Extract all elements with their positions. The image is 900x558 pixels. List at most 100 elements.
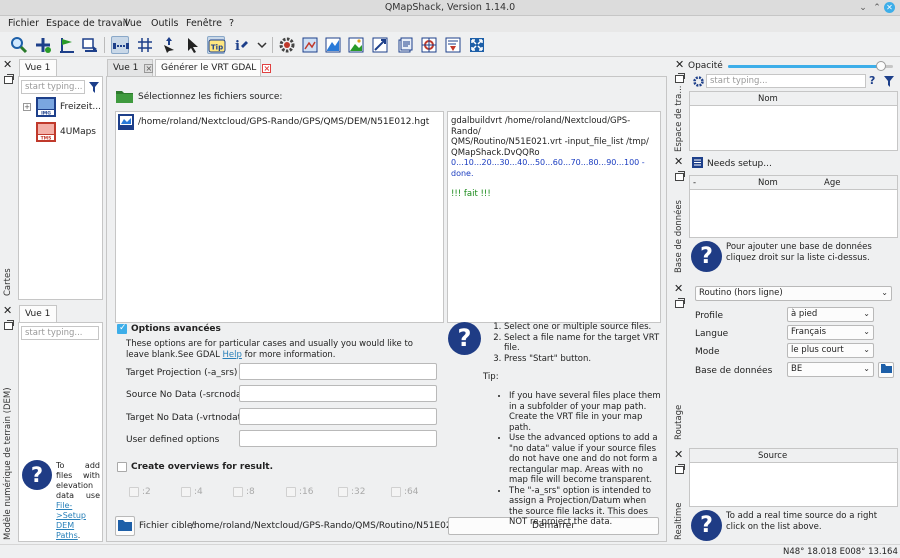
maximize-button[interactable]: ⌃ [872,3,882,13]
column-source[interactable]: Source [758,451,787,461]
tip-icon[interactable]: Tip [207,36,226,54]
mode-select[interactable]: le plus court ⌄ [787,343,874,358]
routing-database-folder-button[interactable] [878,362,894,378]
source-file-list[interactable]: /home/roland/Nextcloud/GPS-Rando/GPS/QMS… [115,111,444,323]
route-icon[interactable] [58,36,76,54]
tab-maps-view[interactable]: Vue 1 [19,59,57,76]
column-nom[interactable]: Nom [758,94,778,104]
open-folder-icon[interactable] [116,89,133,103]
chevron-down-icon[interactable] [253,36,267,54]
move-icon[interactable] [160,36,178,54]
chevron-down-icon: ⌄ [863,327,870,336]
close-tab-icon[interactable]: × [144,64,154,73]
minimize-button[interactable]: ⌄ [858,3,868,13]
overview-8-checkbox[interactable] [233,487,243,497]
language-select[interactable]: Français ⌄ [787,325,874,340]
help-icon[interactable]: ? [869,74,875,87]
workspace-column-header: Nom [690,92,897,106]
tab-dem-view[interactable]: Vue 1 [19,305,57,322]
advanced-options-checkbox[interactable] [117,323,127,334]
close-icon[interactable]: ✕ [675,59,684,70]
column-nom[interactable]: Nom [758,178,778,188]
menu-fenetre[interactable]: Fenêtre [186,18,222,29]
ruler-icon[interactable] [111,36,129,54]
map-item-freizeit[interactable]: Freizeit... [60,102,101,112]
map-item-4umaps[interactable]: 4UMaps [60,127,96,137]
overview-2-checkbox[interactable] [129,487,139,497]
overview-16-checkbox[interactable] [286,487,296,497]
menu-help[interactable]: ? [229,18,234,29]
close-icon[interactable]: ✕ [3,59,12,70]
menu-espace-de-travail[interactable]: Espace de travail [46,18,128,29]
vrt-tool-panel: Sélectionnez les fichiers source: /home/… [106,76,667,542]
setup-dem-paths-link[interactable]: File->Setup DEM Paths [56,501,86,540]
filter-icon[interactable] [89,82,99,93]
routing-engine-select[interactable]: Routino (hors ligne) ⌄ [695,286,892,301]
workspace-filter-input[interactable]: start typing... [706,74,866,88]
add-workspace-icon[interactable] [34,36,52,54]
target-file-button[interactable] [115,516,135,536]
float-dock-icon[interactable] [4,320,14,330]
info-icon[interactable]: i [233,36,251,54]
column-dash[interactable]: - [693,178,696,188]
close-icon[interactable]: ✕ [674,283,683,294]
target-nodata-input[interactable] [239,408,437,425]
routing-database-select[interactable]: BE ⌄ [787,362,874,377]
dem-dock-titlebar: ✕ Modèle numérique de terrain (DEM) [0,304,17,540]
close-icon[interactable]: ✕ [3,305,12,316]
filter-icon[interactable] [884,76,894,87]
gis-icon[interactable] [396,36,414,54]
dem-setup-icon[interactable] [324,36,342,54]
float-dock-icon[interactable] [675,464,685,474]
map-view-icon[interactable] [81,36,99,54]
gear-icon[interactable] [278,36,296,54]
grid-icon[interactable] [136,36,154,54]
expand-icon[interactable]: + [23,103,31,111]
menu-fichier[interactable]: Fichier [8,18,39,29]
database-tree[interactable]: - Nom Age [689,175,898,238]
overview-4-checkbox[interactable] [181,487,191,497]
create-overviews-checkbox[interactable] [117,462,127,472]
close-tab-icon[interactable]: × [262,64,272,73]
float-dock-icon[interactable] [675,171,685,181]
map-setup-icon[interactable] [301,36,319,54]
menu-vue[interactable]: Vue [124,18,142,29]
overview-64-checkbox[interactable] [391,487,401,497]
target-projection-input[interactable] [239,363,437,380]
user-options-input[interactable] [239,430,437,447]
source-file-item[interactable]: /home/roland/Nextcloud/GPS-Rando/GPS/QMS… [138,117,429,127]
image-icon[interactable] [347,36,365,54]
gdal-help-link[interactable]: Help [223,350,242,360]
close-icon[interactable]: ✕ [674,156,683,167]
coordinate-icon[interactable] [420,36,438,54]
opacity-slider-handle[interactable] [876,61,887,71]
overview-32-checkbox[interactable] [338,487,348,497]
chevron-down-icon: ⌄ [881,288,888,297]
pointer-icon[interactable] [184,36,202,54]
float-dock-icon[interactable] [675,298,685,308]
print-icon[interactable] [444,36,462,54]
tab-vue-1[interactable]: Vue 1 × [107,59,154,76]
dem-filter-input[interactable]: start typing... [21,326,99,340]
source-nodata-input[interactable] [239,385,437,402]
step-item: Select one or multiple source files. [504,322,660,333]
column-age[interactable]: Age [824,178,840,188]
target-projection-label: Target Projection (-a_srs) [126,368,238,378]
close-window-button[interactable]: ✕ [884,2,895,13]
workspace-tree[interactable]: Nom [689,91,898,151]
opacity-slider[interactable] [728,61,893,71]
realtime-tree[interactable]: Source [689,448,898,507]
float-dock-icon[interactable] [675,73,685,83]
fullscreen-icon[interactable] [468,36,486,54]
help-icon: ? [691,510,722,541]
profile-select[interactable]: à pied ⌄ [787,307,874,322]
route-setup-icon[interactable] [371,36,389,54]
close-icon[interactable]: ✕ [674,449,683,460]
gear-icon[interactable] [693,76,704,87]
float-dock-icon[interactable] [4,74,14,84]
maps-filter-input[interactable]: start typing... [21,80,85,94]
menu-outils[interactable]: Outils [151,18,178,29]
database-dock-label: Base de données [674,200,684,273]
zoom-icon[interactable] [10,36,28,54]
tab-vrt-gdal[interactable]: Générer le VRT GDAL × [155,59,272,76]
